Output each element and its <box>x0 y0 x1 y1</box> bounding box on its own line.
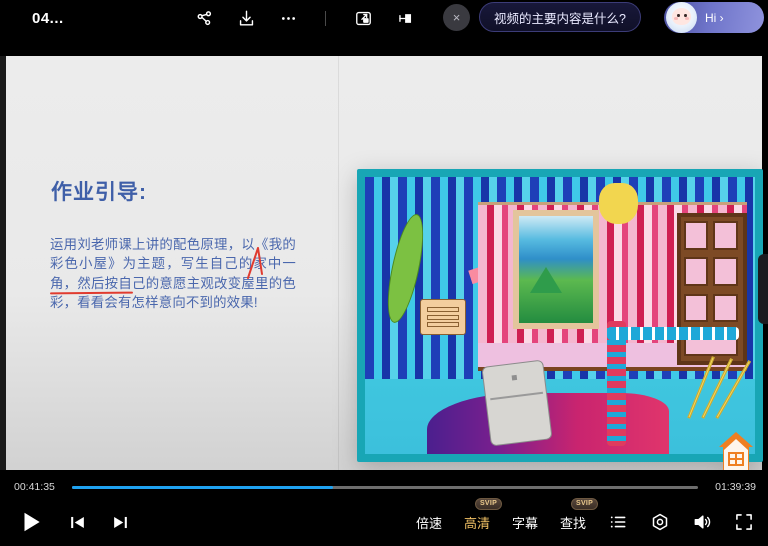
more-icon[interactable] <box>277 7 299 29</box>
search-svip-badge: SVIP <box>570 497 599 510</box>
artwork-window <box>513 210 599 330</box>
artwork-note-card <box>419 298 467 335</box>
eye-care-icon[interactable] <box>650 512 670 532</box>
video-player-app: 04... × 视频的主要内容是什么? Hi › 作业引导: 运用刘老师课上讲的… <box>0 0 768 546</box>
slide-seam <box>338 56 339 470</box>
control-row: 倍速 SVIP 高清 字幕 SVIP 查找 <box>0 497 768 546</box>
search-label: 查找 <box>559 515 586 531</box>
volume-icon[interactable] <box>692 512 712 532</box>
picture-in-picture-icon[interactable] <box>352 7 374 29</box>
progress-row: 00:41:35 01:39:39 <box>0 479 768 495</box>
artwork-fridge <box>481 359 553 447</box>
total-time-label: 01:39:39 <box>715 481 756 493</box>
artwork-sticks <box>681 352 751 419</box>
player-controls: 00:41:35 01:39:39 倍速 SVIP 高清 字幕 SVIP 查找 <box>0 470 768 546</box>
artwork-lamp <box>599 182 638 225</box>
avatar <box>666 2 697 33</box>
playlist-icon[interactable] <box>608 512 628 532</box>
video-stage[interactable]: 作业引导: 运用刘老师课上讲的配色原理，以《我的彩色小屋》为主题，写生自己的家中… <box>0 36 768 470</box>
side-panel-handle[interactable] <box>758 254 768 324</box>
quality-button[interactable]: SVIP 高清 <box>463 497 503 534</box>
artwork-canvas <box>365 177 755 454</box>
progress-fill <box>72 485 334 489</box>
search-button[interactable]: SVIP 查找 <box>559 497 599 534</box>
previous-button[interactable] <box>68 513 87 532</box>
playback-controls <box>18 498 130 546</box>
current-time-label: 00:41:35 <box>14 481 55 493</box>
quality-label: 高清 <box>463 515 490 531</box>
progress-bar[interactable] <box>72 485 698 489</box>
secondary-controls: 倍速 SVIP 高清 字幕 SVIP 查找 <box>416 497 754 546</box>
ai-question-bubble[interactable]: 视频的主要内容是什么? <box>479 2 641 32</box>
house-icon <box>719 432 753 470</box>
top-icon-group <box>193 0 416 36</box>
artwork-ribbon-horizontal <box>606 326 740 341</box>
close-button[interactable]: × <box>443 4 470 31</box>
fullscreen-icon[interactable] <box>734 512 754 532</box>
ai-assistant-entry[interactable]: Hi › <box>664 2 764 33</box>
cast-icon[interactable] <box>394 7 416 29</box>
slide-content: 作业引导: 运用刘老师课上讲的配色原理，以《我的彩色小屋》为主题，写生自己的家中… <box>6 56 763 470</box>
slide-heading: 作业引导: <box>51 181 147 204</box>
annotation-caret-icon <box>247 247 263 279</box>
artwork-image <box>357 169 763 470</box>
subtitle-label: 字幕 <box>511 515 538 531</box>
toolbar-divider <box>325 10 326 26</box>
share-icon[interactable] <box>193 7 215 29</box>
artwork-frame <box>357 169 763 462</box>
download-icon[interactable] <box>235 7 257 29</box>
quality-svip-badge: SVIP <box>474 497 503 510</box>
subtitle-button[interactable]: 字幕 <box>512 511 538 534</box>
next-button[interactable] <box>111 513 130 532</box>
top-bar: 04... × 视频的主要内容是什么? Hi › <box>0 0 768 36</box>
video-title: 04... <box>32 9 64 27</box>
artwork-door <box>677 213 748 366</box>
playback-speed-button[interactable]: 倍速 <box>416 511 442 534</box>
avatar-greeting-label: Hi › <box>705 10 724 25</box>
playback-speed-label: 倍速 <box>415 515 442 531</box>
play-button[interactable] <box>18 509 44 535</box>
